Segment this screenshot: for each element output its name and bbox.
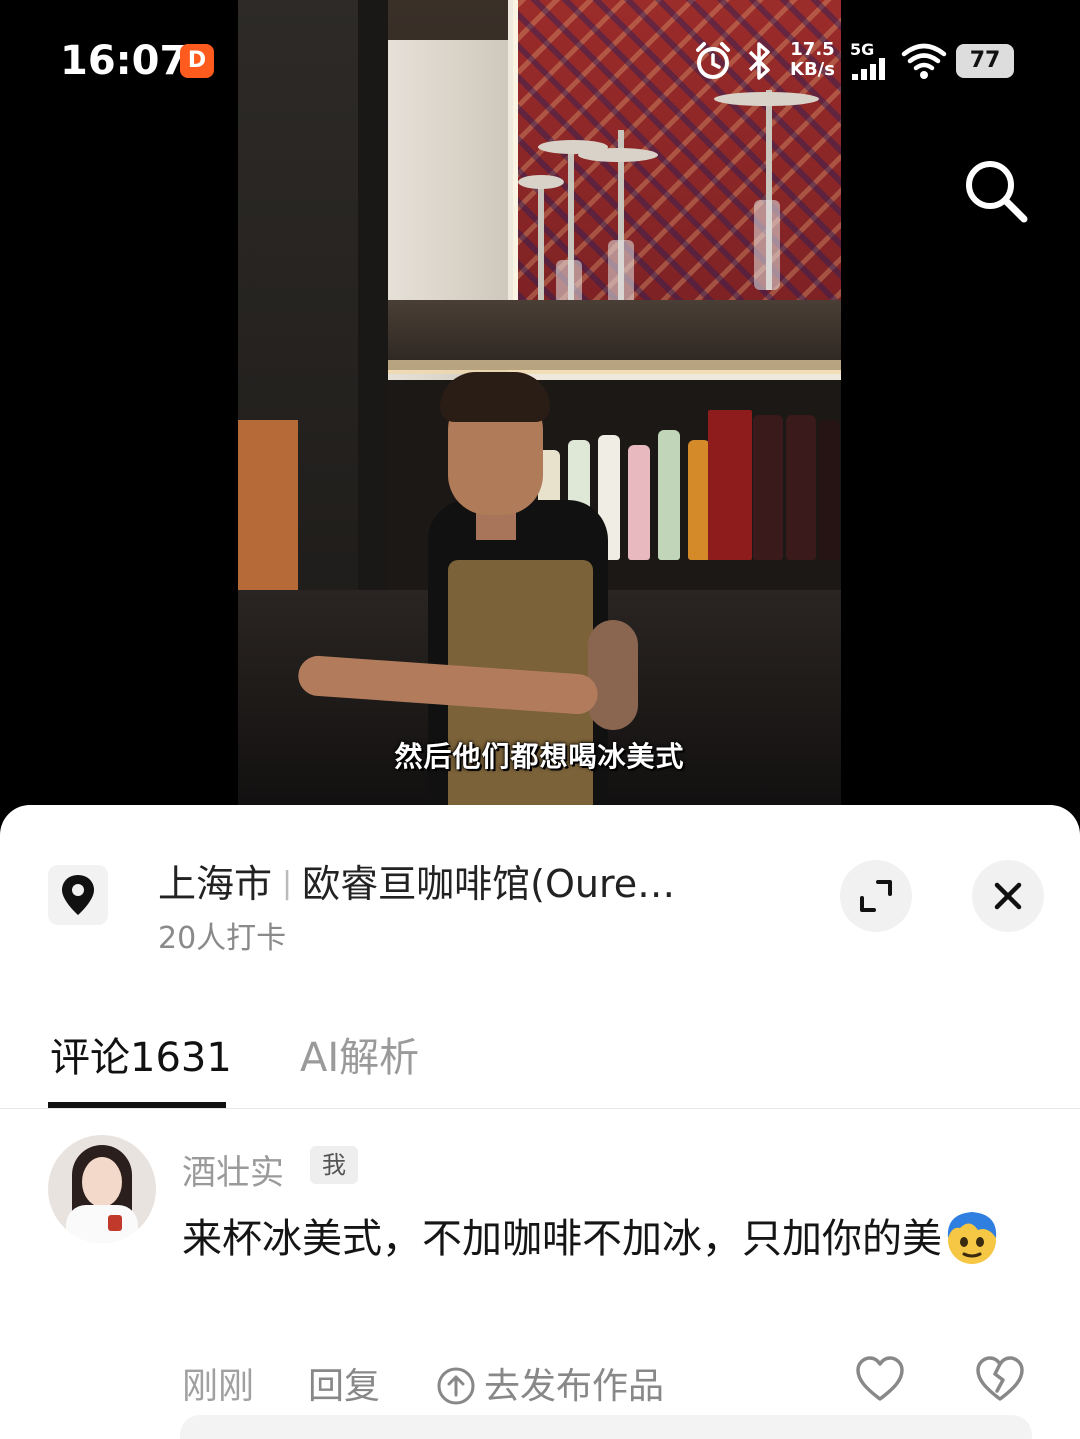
video-subtitle: 然后他们都想喝冰美式 [394,740,685,773]
poi-name: 欧睿亘咖啡馆(Oure… [302,862,676,906]
comment-time: 刚刚 [182,1366,255,1407]
reply-button[interactable]: 回复 [308,1357,380,1409]
expand-button[interactable] [840,860,912,932]
next-comment-preview [180,1415,1032,1439]
close-button[interactable] [972,860,1044,932]
video-scene-shelf-light [388,360,841,374]
poi-separator: | [282,866,293,901]
comment-text: 来杯冰美式，不加咖啡不加冰，只加你的美 [182,1205,1022,1273]
tab-comments[interactable]: 评论1631 [50,1025,232,1083]
comment-body: 来杯冰美式，不加咖啡不加冰，只加你的美 [182,1216,942,1262]
video-scene-hookah [578,148,658,162]
tab-ai-analysis[interactable]: AI解析 [300,1025,419,1083]
wifi-icon [901,43,947,79]
video-person-arm [588,620,638,730]
battery-icon: 77 [956,44,1014,78]
me-badge: 我 [310,1146,358,1184]
video-scene-bottle [658,430,680,560]
video-scene-whisky-box [708,410,752,560]
network-speed-value: 17.5 [790,39,835,60]
comment-actions: 刚刚 回复 去发布作品 [182,1355,1042,1409]
arrow-up-circle-icon [437,1367,475,1405]
network-type: 5G [850,40,875,59]
face-with-hair-emoji [947,1212,997,1264]
avatar[interactable] [48,1135,156,1243]
video-scene-bottle [688,440,710,560]
broken-heart-icon[interactable] [974,1355,1026,1403]
video-scene-bottle [753,415,783,560]
status-time: 16:07 [60,38,188,84]
comment-username[interactable]: 酒壮实 [182,1145,284,1194]
video-scene-bottle [628,445,650,560]
publish-work-button[interactable]: 去发布作品 [436,1357,664,1409]
search-icon[interactable] [960,155,1032,227]
comment-sheet: 上海市 | 欧睿亘咖啡馆(Oure… 20人打卡 评论1631 AI解析 酒壮实 我… [0,805,1080,1439]
video-person-hair [440,372,550,422]
video-scene-hookah [518,175,564,189]
signal-icon [852,58,886,80]
publish-work-label: 去发布作品 [484,1366,665,1407]
status-bar: 16:07 D 17.5 KB/s 5G 77 [0,0,1080,120]
alarm-icon [696,42,730,79]
video-scene-bottle [786,415,816,560]
bluetooth-icon [748,42,770,80]
network-speed-unit: KB/s [790,59,835,80]
poi-title[interactable]: 上海市 | 欧睿亘咖啡馆(Oure… [158,853,758,908]
location-pin-icon[interactable] [48,865,108,925]
heart-icon[interactable] [854,1355,906,1403]
network-speed: 17.5 KB/s [790,40,835,80]
tab-active-indicator [48,1102,226,1108]
video-player[interactable]: 然后他们都想喝冰美式 16:07 D 17.5 KB/s 5G 77 [0,0,1080,805]
tab-bar: 评论1631 AI解析 [0,1005,1080,1109]
poi-checkins: 20人打卡 [158,921,287,956]
close-icon [994,882,1022,910]
video-frame[interactable]: 然后他们都想喝冰美式 [238,0,841,805]
poi-city: 上海市 [158,862,273,906]
video-scene-bottle [818,420,840,560]
app-notification-icon: D [180,44,214,78]
video-scene-hookah [754,200,780,290]
expand-icon [860,880,892,912]
